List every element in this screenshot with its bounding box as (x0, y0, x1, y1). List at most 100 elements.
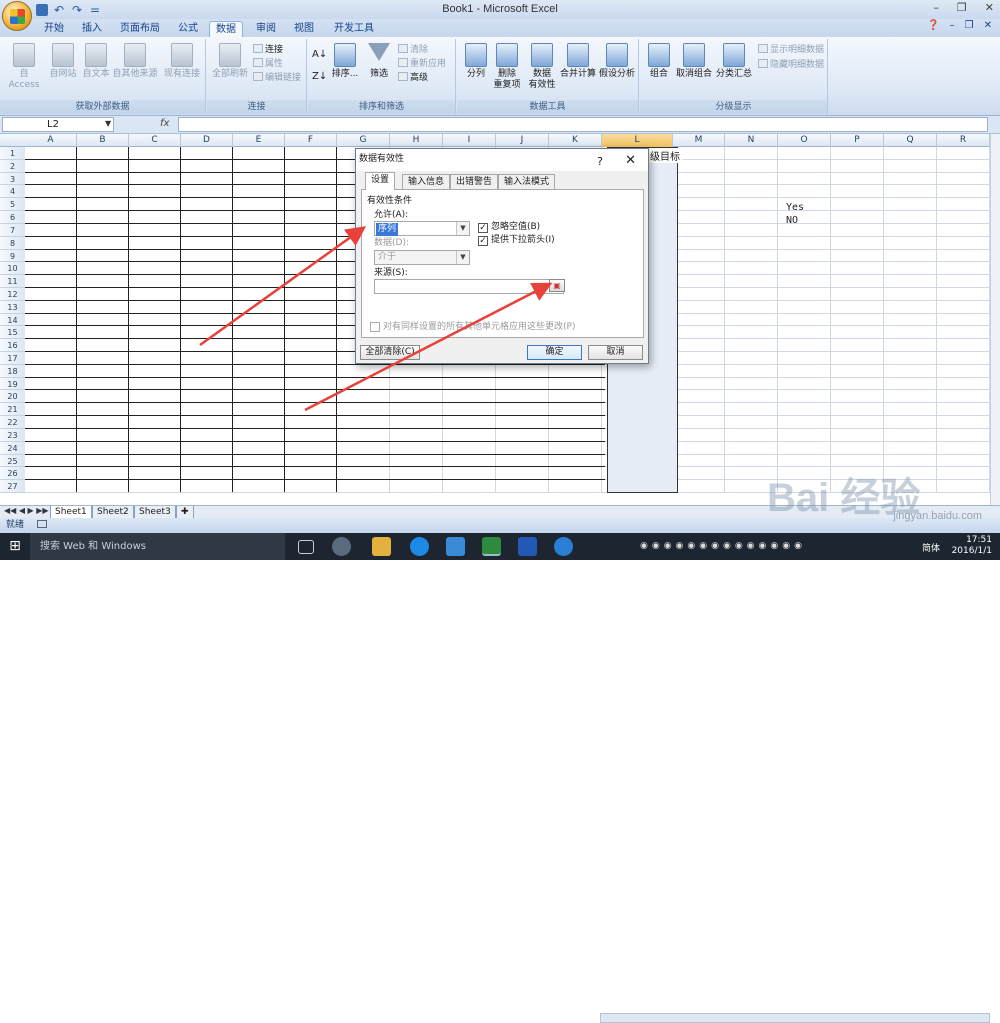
excel-taskbar-icon[interactable] (482, 537, 501, 556)
clock[interactable]: 17:51 2016/1/1 (952, 535, 992, 557)
ungroup-button[interactable]: 取消组合 (674, 43, 714, 80)
dropdown-checkbox[interactable]: ✓ (478, 236, 488, 246)
column-header[interactable]: D (181, 134, 233, 147)
qat-customize-icon[interactable]: = (90, 4, 102, 16)
redo-icon[interactable]: ↷ (72, 4, 84, 16)
save-icon[interactable] (36, 3, 48, 16)
column-header[interactable]: R (937, 134, 990, 147)
ie-icon[interactable] (446, 537, 465, 556)
row-header[interactable]: 7 (0, 224, 25, 237)
consolidate-button[interactable]: 合并计算 (559, 43, 597, 80)
row-header[interactable]: 17 (0, 352, 25, 365)
advanced-button[interactable]: 高级 (398, 72, 428, 84)
ribbon-restore-icon[interactable]: ❐ (965, 20, 974, 31)
tray-icons[interactable]: ◉◉◉◉◉◉◉◉◉◉◉◉◉◉ (640, 541, 806, 551)
row-header[interactable]: 14 (0, 314, 25, 327)
tab-formulas[interactable]: 公式 (172, 21, 204, 37)
tab-developer[interactable]: 开发工具 (328, 21, 380, 37)
row-header[interactable]: 8 (0, 237, 25, 250)
edit-links-button[interactable]: 编辑链接 (253, 72, 301, 84)
cell-l1[interactable]: 级目标 (648, 148, 682, 163)
clear-button[interactable]: 清除 (398, 44, 428, 56)
row-header[interactable]: 23 (0, 429, 25, 442)
text-to-columns-button[interactable]: 分列 (460, 43, 492, 80)
tab-settings[interactable]: 设置 (365, 172, 396, 190)
connections-button[interactable]: 连接 (253, 44, 283, 56)
row-header[interactable]: 25 (0, 455, 25, 468)
dialog-help-icon[interactable]: ? (597, 152, 603, 172)
from-web-button[interactable]: 自网站 (46, 43, 80, 80)
chevron-down-icon[interactable]: ▼ (456, 222, 469, 235)
undo-icon[interactable]: ↶ (54, 4, 66, 16)
task-view-icon[interactable] (298, 540, 314, 554)
sort-button[interactable]: 排序... (328, 43, 362, 80)
row-header[interactable]: 24 (0, 442, 25, 455)
column-header[interactable]: N (725, 134, 778, 147)
row-header[interactable]: 27 (0, 480, 25, 493)
from-access-button[interactable]: 自 Access (4, 43, 44, 91)
tab-view[interactable]: 视图 (288, 21, 320, 37)
windows-start-icon[interactable]: ⊞ (0, 533, 30, 560)
ignore-blank-checkbox[interactable]: ✓ (478, 223, 488, 233)
row-header[interactable]: 6 (0, 211, 25, 224)
ime-indicator[interactable]: 简体 (922, 541, 940, 554)
sheet-nav-icons[interactable]: ◀◀ ◀ ▶ ▶▶ (4, 506, 49, 515)
column-header[interactable]: Q (884, 134, 937, 147)
ribbon-min-icon[interactable]: – (950, 20, 955, 31)
refresh-all-button[interactable]: 全部刷新 (210, 43, 250, 80)
column-header[interactable]: J (496, 134, 549, 147)
allow-select[interactable]: 序列 ▼ (374, 221, 470, 236)
tab-home[interactable]: 开始 (38, 21, 70, 37)
source-input[interactable] (374, 279, 564, 294)
row-header[interactable]: 3 (0, 173, 25, 186)
workbook-close-icon[interactable]: ✕ (984, 20, 992, 31)
filter-button[interactable]: 筛选 (364, 43, 394, 80)
row-header[interactable]: 20 (0, 390, 25, 404)
tab-input-message[interactable]: 输入信息 (402, 174, 451, 190)
row-header[interactable]: 10 (0, 262, 25, 276)
ok-button[interactable]: 确定 (527, 345, 582, 360)
column-header[interactable]: M (673, 134, 725, 147)
tab-page-layout[interactable]: 页面布局 (114, 21, 166, 37)
baidu-paw-icon[interactable] (518, 537, 537, 556)
what-if-button[interactable]: 假设分析 (597, 43, 637, 80)
column-header[interactable]: H (390, 134, 443, 147)
fan-app-icon[interactable] (332, 537, 351, 556)
help-icon[interactable]: ❓ (927, 20, 939, 31)
k-app-icon[interactable] (554, 537, 573, 556)
row-header[interactable]: 1 (0, 147, 25, 160)
subtotal-button[interactable]: 分类汇总 (714, 43, 754, 80)
name-box-dropdown-icon[interactable]: ▼ (105, 119, 111, 128)
formula-input[interactable] (178, 117, 988, 132)
tab-error-alert[interactable]: 出错警告 (450, 174, 499, 190)
row-header[interactable]: 9 (0, 250, 25, 263)
properties-button[interactable]: 属性 (253, 58, 283, 70)
sort-az-icon[interactable]: A↓ (312, 49, 327, 60)
column-header[interactable]: I (443, 134, 496, 147)
row-header[interactable]: 21 (0, 403, 25, 417)
tab-insert[interactable]: 插入 (76, 21, 108, 37)
cancel-button[interactable]: 取消 (588, 345, 643, 360)
tab-ime-mode[interactable]: 输入法模式 (498, 174, 556, 190)
column-header[interactable]: B (77, 134, 129, 147)
row-header[interactable]: 19 (0, 378, 25, 391)
row-header[interactable]: 22 (0, 416, 25, 429)
clear-all-button[interactable]: 全部清除(C) (360, 345, 420, 360)
insert-function-icon[interactable]: fx (160, 118, 169, 129)
column-header[interactable]: G (337, 134, 390, 147)
tab-review[interactable]: 审阅 (250, 21, 282, 37)
row-header[interactable]: 16 (0, 339, 25, 353)
column-header[interactable]: P (831, 134, 884, 147)
hide-detail-button[interactable]: 隐藏明细数据 (758, 59, 824, 71)
cell-o6[interactable]: NO (786, 215, 798, 226)
row-header[interactable]: 26 (0, 467, 25, 481)
horizontal-scrollbar[interactable] (600, 1013, 990, 1023)
taskbar-search[interactable]: 搜索 Web 和 Windows (30, 533, 285, 560)
tab-data[interactable]: 数据 (209, 21, 243, 37)
cell-o5[interactable]: Yes (786, 202, 804, 213)
close-icon[interactable]: ✕ (985, 1, 994, 14)
sort-za-icon[interactable]: Z↓ (312, 71, 327, 82)
row-header[interactable]: 15 (0, 326, 25, 340)
office-button[interactable] (2, 1, 32, 31)
range-select-icon[interactable]: ▣ (549, 279, 565, 292)
